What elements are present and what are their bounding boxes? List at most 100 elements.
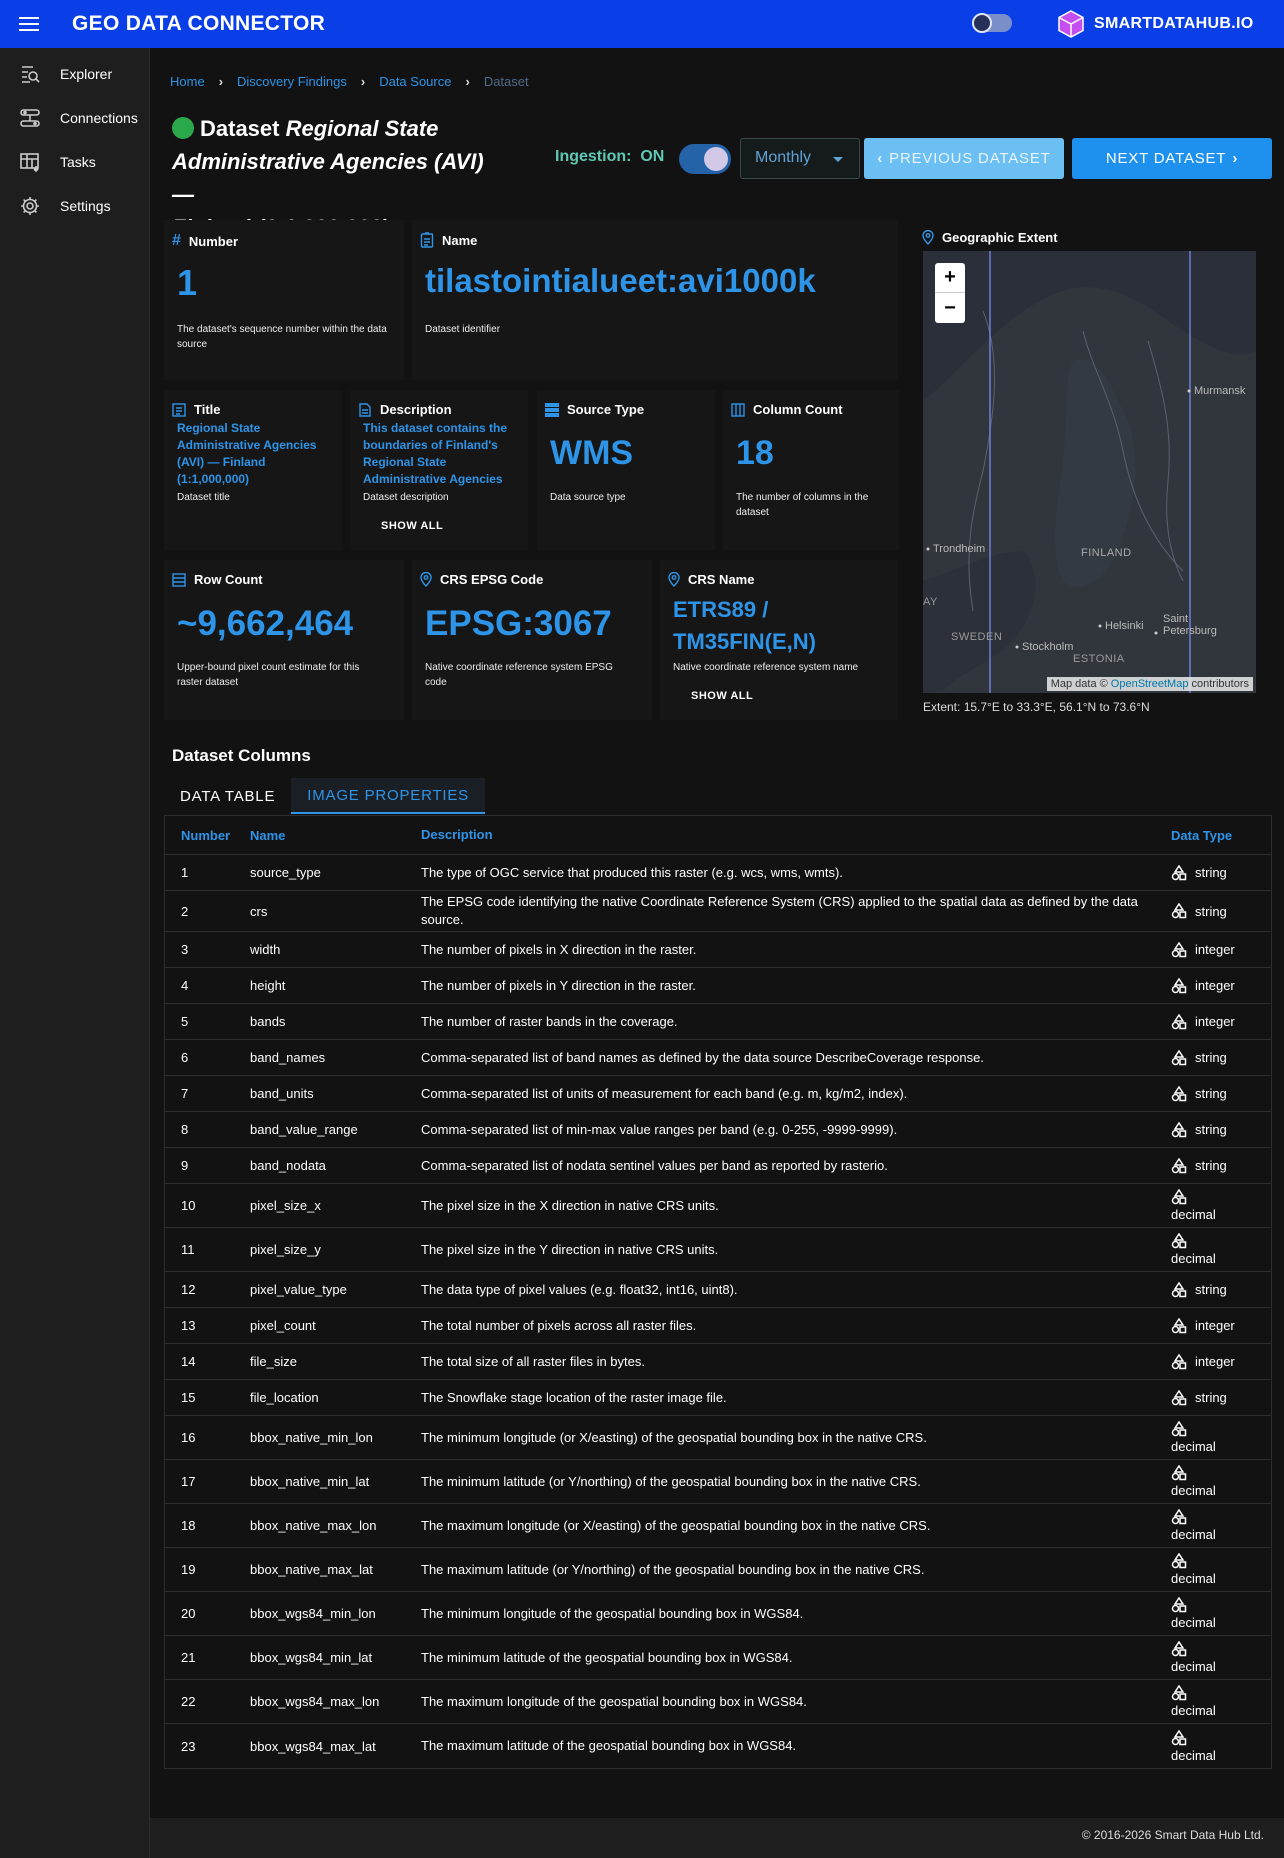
data-type-label: string: [1195, 1050, 1227, 1065]
data-type-label: decimal: [1171, 1439, 1216, 1454]
cell-data-type: decimal: [1161, 1685, 1271, 1718]
table-row[interactable]: 17 bbox_native_min_lat The minimum latitud…: [165, 1460, 1271, 1504]
table-row[interactable]: 15 file_location The Snowflake stage locat…: [165, 1380, 1271, 1416]
cell-data-type: integer: [1161, 941, 1271, 958]
sidebar-item-explorer[interactable]: Explorer: [0, 52, 149, 96]
table-row[interactable]: 14 file_size The total size of all raster …: [165, 1344, 1271, 1380]
cell-name: source_type: [250, 865, 321, 880]
table-row[interactable]: 19 bbox_native_max_lat The maximum latitud…: [165, 1548, 1271, 1592]
zoom-out-button[interactable]: −: [935, 293, 965, 323]
cell-description: Comma-separated list of band names as de…: [421, 1049, 984, 1065]
sidebar-item-label: Explorer: [60, 66, 113, 82]
chevron-right-icon: ›: [1232, 150, 1239, 167]
theme-toggle[interactable]: [972, 13, 1012, 33]
cell-name: bbox_native_max_lat: [250, 1562, 373, 1577]
location-pin-icon: [922, 230, 934, 245]
table-row[interactable]: 4 height The number of pixels in Y directi…: [165, 968, 1271, 1004]
cell-description: The maximum longitude (or X/easting) of …: [421, 1517, 931, 1533]
card-value: 1: [177, 262, 198, 303]
data-type-label: decimal: [1171, 1207, 1216, 1222]
table-row[interactable]: 3 width The number of pixels in X directio…: [165, 932, 1271, 968]
data-type-label: string: [1195, 903, 1227, 919]
card-desc: Native coordinate reference system EPSG …: [425, 662, 613, 688]
table-row[interactable]: 13 pixel_count The total number of pixels …: [165, 1308, 1271, 1344]
header-number[interactable]: Number: [165, 828, 250, 843]
copyright-text: © 2016-2026 Smart Data Hub Ltd.: [1081, 1828, 1264, 1842]
cell-name: pixel_count: [250, 1318, 316, 1333]
card-label: Column Count: [753, 402, 843, 417]
data-type-icon: [1171, 1553, 1187, 1569]
sidebar-item-label: Connections: [60, 110, 138, 126]
cell-description: The maximum latitude of the geospatial b…: [421, 1738, 797, 1753]
card-label: Name: [442, 232, 478, 248]
cell-number: 11: [181, 1242, 195, 1257]
table-body: 1 source_type The type of OGC service that…: [165, 855, 1271, 1768]
data-type-label: string: [1195, 1122, 1227, 1137]
previous-dataset-button[interactable]: ‹ PREVIOUS DATASET: [864, 138, 1064, 179]
cell-description: The number of raster bands in the covera…: [421, 1013, 678, 1029]
table-row[interactable]: 10 pixel_size_x The pixel size in the X di…: [165, 1184, 1271, 1228]
table-row[interactable]: 9 band_nodata Comma-separated list of noda…: [165, 1148, 1271, 1184]
data-type-label: decimal: [1171, 1251, 1216, 1266]
next-dataset-button[interactable]: NEXT DATASET ›: [1072, 138, 1272, 179]
breadcrumb-discovery-findings[interactable]: Discovery Findings: [237, 74, 347, 89]
table-row[interactable]: 12 pixel_value_type The data type of pixel…: [165, 1272, 1271, 1308]
sidebar-item-connections[interactable]: Connections: [0, 96, 149, 140]
cell-description: The minimum longitude of the geospatial …: [421, 1605, 804, 1621]
sidebar-item-label: Settings: [60, 198, 111, 214]
header-data-type[interactable]: Data Type: [1161, 828, 1271, 843]
table-row[interactable]: 5 bands The number of raster bands in the …: [165, 1004, 1271, 1040]
table-row[interactable]: 1 source_type The type of OGC service that…: [165, 855, 1271, 891]
data-type-label: decimal: [1171, 1615, 1216, 1630]
card-value: Regional State Administrative Agencies (…: [177, 421, 317, 486]
header-name[interactable]: Name: [250, 828, 421, 843]
cell-name: bands: [250, 1014, 286, 1029]
footer: © 2016-2026 Smart Data Hub Ltd.: [150, 1818, 1284, 1858]
openstreetmap-link[interactable]: OpenStreetMap: [1111, 678, 1189, 690]
cell-number: 18: [181, 1518, 196, 1533]
table-row[interactable]: 11 pixel_size_y The pixel size in the Y di…: [165, 1228, 1271, 1272]
frequency-select[interactable]: Monthly: [740, 138, 860, 179]
tab-data-table[interactable]: DATA TABLE: [164, 778, 291, 814]
sidebar-item-settings[interactable]: Settings: [0, 184, 149, 228]
table-row[interactable]: 8 band_value_range Comma-separated list of…: [165, 1112, 1271, 1148]
card-label: Number: [188, 233, 239, 249]
table-row[interactable]: 20 bbox_wgs84_min_lon The minimum longitud…: [165, 1592, 1271, 1636]
data-type-label: decimal: [1171, 1747, 1216, 1763]
brand-logo[interactable]: SMARTDATAHUB.IO: [1058, 10, 1253, 38]
cell-number: 19: [181, 1562, 196, 1577]
table-row[interactable]: 7 band_units Comma-separated list of units…: [165, 1076, 1271, 1112]
breadcrumb-home[interactable]: Home: [170, 74, 205, 89]
ingestion-toggle[interactable]: [679, 144, 731, 174]
data-type-label: decimal: [1171, 1483, 1216, 1498]
data-type-icon: [1171, 1157, 1187, 1174]
data-type-label: decimal: [1171, 1527, 1216, 1542]
attribution-prefix: Map data ©: [1050, 678, 1108, 690]
data-type-icon: [1171, 864, 1187, 881]
ingestion-state: ON: [640, 148, 665, 165]
menu-icon[interactable]: [0, 0, 58, 48]
extent-text: Extent: 15.7°E to 33.3°E, 56.1°N to 73.6…: [923, 700, 1150, 714]
tab-image-properties[interactable]: IMAGE PROPERTIES: [291, 778, 485, 814]
table-row[interactable]: 18 bbox_native_max_lon The maximum longitu…: [165, 1504, 1271, 1548]
table-row[interactable]: 6 band_names Comma-separated list of band …: [165, 1040, 1271, 1076]
cell-data-type: string: [1161, 1121, 1271, 1138]
table-row[interactable]: 23 bbox_wgs84_max_lat The maximum latitude…: [165, 1724, 1271, 1768]
cube-icon: [1058, 10, 1084, 38]
data-type-label: string: [1195, 1086, 1227, 1101]
table-row[interactable]: 22 bbox_wgs84_max_lon The maximum longitud…: [165, 1680, 1271, 1724]
header-description[interactable]: Description: [421, 826, 1161, 844]
breadcrumb-data-source[interactable]: Data Source: [379, 74, 451, 89]
data-type-icon: [1171, 1597, 1187, 1613]
show-all-button[interactable]: SHOW ALL: [691, 690, 753, 702]
cell-number: 4: [181, 978, 189, 993]
zoom-in-button[interactable]: +: [935, 263, 965, 293]
table-row[interactable]: 16 bbox_native_min_lon The minimum longitu…: [165, 1416, 1271, 1460]
sidebar-item-tasks[interactable]: Tasks: [0, 140, 149, 184]
map-view[interactable]: Murmansk Trondheim FINLAND Helsinki Sain…: [923, 251, 1256, 693]
table-row[interactable]: 21 bbox_wgs84_min_lat The minimum latitude…: [165, 1636, 1271, 1680]
table-row[interactable]: 2 crs The EPSG code identifying the native…: [165, 891, 1271, 932]
cell-data-type: decimal: [1161, 1189, 1271, 1222]
show-all-button[interactable]: SHOW ALL: [381, 520, 443, 532]
cell-data-type: string: [1161, 1085, 1271, 1102]
